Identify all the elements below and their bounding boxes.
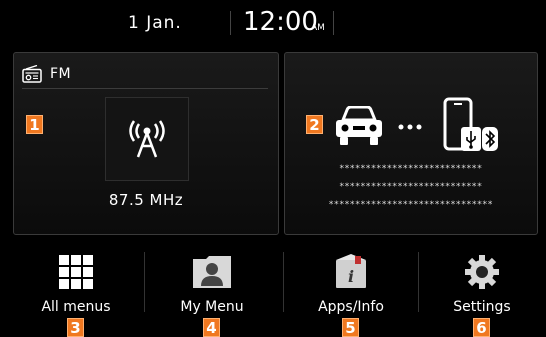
antenna-tile — [105, 97, 189, 181]
grid-icon — [56, 254, 96, 290]
bottom-menu: All menus 3 My Menu 4 i Apps/Info 5 Sett… — [0, 244, 546, 337]
clock-ampm: AM — [311, 23, 325, 33]
callout-badge-2: 2 — [306, 115, 323, 134]
settings-label: Settings — [453, 299, 511, 315]
apps-info-button[interactable]: i Apps/Info 5 — [283, 244, 419, 337]
radio-widget[interactable]: FM 1 87.5 MHz — [13, 52, 279, 235]
svg-text:i: i — [348, 267, 354, 286]
profile-folder-icon — [192, 254, 232, 290]
divider — [22, 88, 268, 89]
all-menus-button[interactable]: All menus 3 — [8, 244, 144, 337]
date-display: 1 Jan. — [128, 13, 182, 33]
bluetooth-icon — [482, 127, 498, 151]
my-menu-button[interactable]: My Menu 4 — [144, 244, 280, 337]
divider — [333, 11, 334, 35]
antenna-icon — [129, 120, 165, 158]
radio-band-label: FM — [50, 66, 72, 82]
ellipsis-icon — [398, 124, 422, 130]
phone-connection-widget[interactable]: 2 *************************** **********… — [284, 52, 538, 235]
car-icon — [336, 106, 382, 145]
connection-icons — [333, 97, 523, 153]
usb-icon — [461, 127, 481, 151]
device-name-line: *************************** — [339, 164, 483, 174]
device-name-line: *************************** — [339, 182, 483, 192]
callout-badge-1: 1 — [26, 115, 43, 134]
info-book-icon: i — [331, 254, 371, 290]
callout-badge-4: 4 — [203, 318, 220, 337]
my-menu-label: My Menu — [180, 299, 244, 315]
all-menus-label: All menus — [41, 299, 111, 315]
clock-time[interactable]: 12:00 — [243, 7, 318, 37]
status-bar: 1 Jan. 12:00 AM — [0, 0, 546, 42]
divider — [230, 11, 231, 35]
gear-icon — [462, 254, 502, 290]
radio-frequency: 87.5 MHz — [108, 191, 184, 209]
radio-icon — [22, 65, 42, 83]
callout-badge-6: 6 — [473, 318, 490, 337]
callout-badge-3: 3 — [67, 318, 84, 337]
radio-header: FM — [22, 63, 71, 85]
device-name-line: ******************************* — [328, 200, 494, 210]
settings-button[interactable]: Settings 6 — [414, 244, 546, 337]
callout-badge-5: 5 — [342, 318, 359, 337]
apps-info-label: Apps/Info — [318, 299, 384, 315]
